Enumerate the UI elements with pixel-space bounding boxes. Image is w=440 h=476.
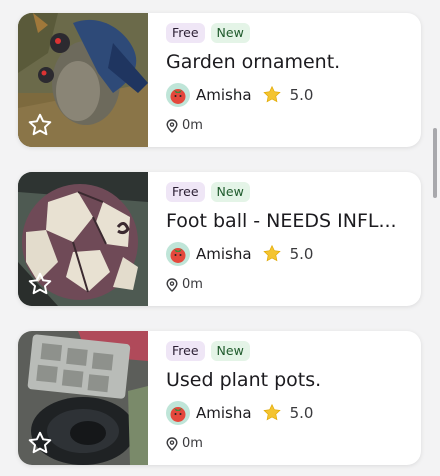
map-pin-icon (166, 436, 178, 451)
listing-info: Free New Foot ball - NEEDS INFL... Amish… (166, 182, 411, 292)
location-info: 0m (166, 436, 411, 451)
free-badge: Free (166, 23, 205, 43)
favorite-star-icon[interactable] (27, 271, 53, 297)
listing-image (18, 13, 148, 147)
favorite-star-icon[interactable] (27, 430, 53, 456)
rating-value: 5.0 (289, 404, 314, 422)
listing-title: Used plant pots. (166, 369, 322, 391)
seller-info: Amisha 5.0 (166, 242, 411, 266)
free-badge: Free (166, 182, 205, 202)
listing-info: Free New Used plant pots. Amisha 5.0 0m (166, 341, 411, 451)
map-pin-icon (166, 118, 178, 133)
distance: 0m (182, 277, 203, 292)
seller-name: Amisha (196, 86, 252, 104)
listing-image (18, 331, 148, 465)
tomato-avatar-icon (166, 401, 190, 425)
rating-value: 5.0 (289, 86, 314, 104)
tomato-avatar-icon (166, 242, 190, 266)
rating-star-icon (262, 403, 281, 421)
seller-info: Amisha 5.0 (166, 401, 411, 425)
listing-card[interactable]: Free New Foot ball - NEEDS INFL... Amish… (18, 172, 421, 306)
rating-value: 5.0 (289, 245, 314, 263)
location-info: 0m (166, 118, 411, 133)
listing-title: Foot ball - NEEDS INFL... (166, 210, 397, 232)
listing-image (18, 172, 148, 306)
seller-name: Amisha (196, 404, 252, 422)
rating-star-icon (262, 244, 281, 262)
distance: 0m (182, 118, 203, 133)
seller-name: Amisha (196, 245, 252, 263)
tomato-avatar-icon (166, 83, 190, 107)
location-info: 0m (166, 277, 411, 292)
listing-card[interactable]: Free New Garden ornament. Amisha 5.0 0m (18, 13, 421, 147)
favorite-star-icon[interactable] (27, 112, 53, 138)
rating-star-icon (262, 85, 281, 103)
listing-card[interactable]: Free New Used plant pots. Amisha 5.0 0m (18, 331, 421, 465)
map-pin-icon (166, 277, 178, 292)
free-badge: Free (166, 341, 205, 361)
new-badge: New (210, 23, 250, 43)
new-badge: New (210, 182, 250, 202)
scrollbar[interactable] (433, 128, 437, 198)
seller-info: Amisha 5.0 (166, 83, 411, 107)
distance: 0m (182, 436, 203, 451)
listing-info: Free New Garden ornament. Amisha 5.0 0m (166, 23, 411, 133)
listing-title: Garden ornament. (166, 51, 341, 73)
new-badge: New (210, 341, 250, 361)
